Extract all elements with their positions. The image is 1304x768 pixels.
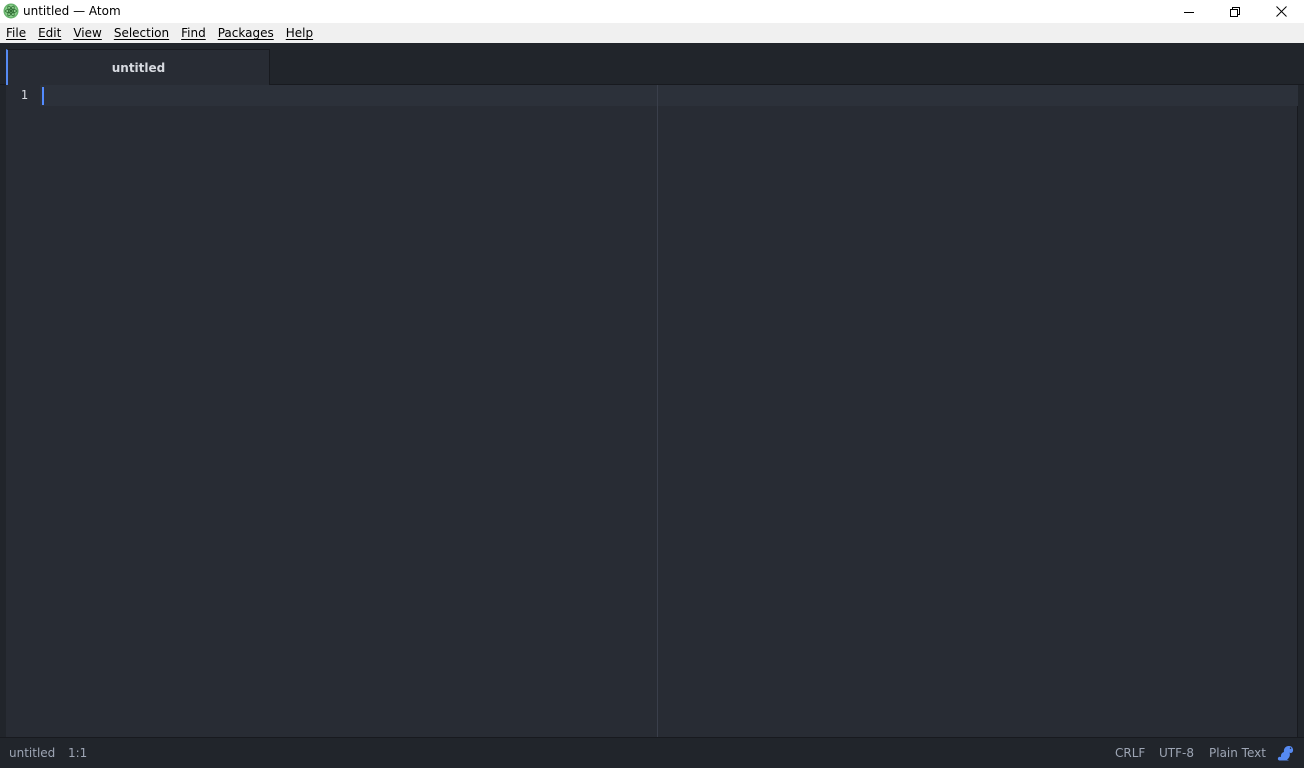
window-title: untitled — Atom <box>23 4 121 18</box>
menu-edit[interactable]: Edit <box>32 23 67 43</box>
minimize-icon <box>1184 11 1194 13</box>
title-bar: untitled — Atom <box>0 0 1304 23</box>
close-button[interactable] <box>1258 0 1304 23</box>
text-editor[interactable]: 1 <box>6 85 1298 737</box>
tab-bar: untitled <box>0 43 1304 86</box>
wrap-guide <box>657 85 658 737</box>
menu-help[interactable]: Help <box>280 23 319 43</box>
restore-icon <box>1230 6 1240 17</box>
status-encoding[interactable]: UTF-8 <box>1159 746 1194 760</box>
menu-bar: File Edit View Selection Find Packages H… <box>0 23 1304 43</box>
status-bar: untitled 1:1 CRLF UTF-8 Plain Text <box>0 737 1304 768</box>
line-number: 1 <box>20 88 28 102</box>
line-number-gutter[interactable]: 1 <box>6 85 40 737</box>
tab-untitled[interactable]: untitled <box>6 49 270 86</box>
status-line-ending[interactable]: CRLF <box>1115 746 1145 760</box>
menu-file[interactable]: File <box>0 23 32 43</box>
atom-logo-icon <box>3 3 19 19</box>
text-cursor <box>42 87 44 105</box>
menu-selection[interactable]: Selection <box>108 23 175 43</box>
menu-view[interactable]: View <box>67 23 107 43</box>
cursor-line-highlight <box>40 85 1298 106</box>
status-cursor-position[interactable]: 1:1 <box>68 746 87 760</box>
minimize-button[interactable] <box>1166 0 1212 23</box>
squirrel-icon[interactable] <box>1276 745 1294 761</box>
status-grammar[interactable]: Plain Text <box>1209 746 1266 760</box>
close-icon <box>1275 6 1287 17</box>
status-file-name[interactable]: untitled <box>9 746 55 760</box>
menu-find[interactable]: Find <box>175 23 212 43</box>
menu-packages[interactable]: Packages <box>212 23 280 43</box>
tab-title: untitled <box>111 61 166 75</box>
restore-button[interactable] <box>1212 0 1258 23</box>
